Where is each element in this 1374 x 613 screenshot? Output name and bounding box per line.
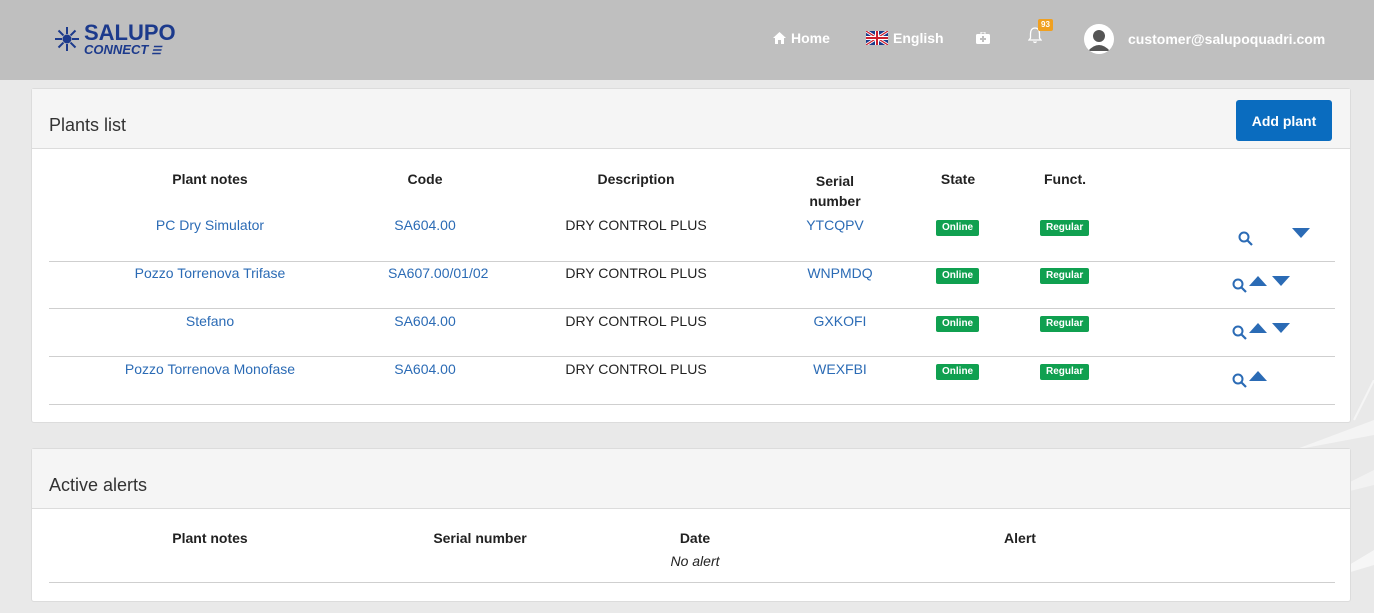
row-2-move-down-icon[interactable] (1272, 276, 1290, 286)
language-selector[interactable]: English (866, 30, 944, 46)
header-funct: Funct. (1044, 171, 1086, 187)
home-label: Home (791, 30, 830, 46)
row-divider (49, 261, 1335, 262)
row-1-funct-badge: Regular (1040, 220, 1090, 236)
row-3-funct-badge: Regular (1040, 316, 1090, 332)
language-label: English (893, 30, 944, 46)
add-plant-button[interactable]: Add plant (1236, 100, 1332, 141)
row-3-description: DRY CONTROL PLUS (565, 313, 707, 329)
row-2-state-badge: Online (936, 268, 980, 284)
row-1-search-icon[interactable] (1238, 231, 1253, 246)
row-1-serial[interactable]: YTCQPV (800, 217, 870, 233)
home-icon (773, 32, 786, 44)
uk-flag-icon (866, 31, 888, 45)
row-3-plant-notes[interactable]: Stefano (120, 313, 300, 329)
sun-logo-icon (55, 27, 79, 51)
avatar (1084, 24, 1114, 54)
plants-title: Plants list (49, 115, 127, 135)
medical-kit-icon (976, 32, 990, 44)
row-3-move-down-icon[interactable] (1272, 323, 1290, 333)
alerts-panel-header: Active alerts (32, 449, 1350, 509)
row-1-description: DRY CONTROL PLUS (565, 217, 707, 233)
row-3-search-icon[interactable] (1232, 325, 1247, 340)
row-3-code[interactable]: SA604.00 (370, 313, 480, 329)
row-1-code[interactable]: SA604.00 (370, 217, 480, 233)
row-3-move-up-icon[interactable] (1249, 323, 1267, 333)
row-4-code[interactable]: SA604.00 (370, 361, 480, 377)
row-1-move-down-icon[interactable] (1292, 228, 1310, 238)
row-1-state-badge: Online (936, 220, 980, 236)
row-4-plant-notes[interactable]: Pozzo Torrenova Monofase (110, 361, 310, 377)
top-navbar: SALUPO CONNECT ☰ Home English 93 custome… (0, 0, 1374, 80)
row-divider (49, 308, 1335, 309)
row-4-state-badge: Online (936, 364, 980, 380)
row-2-code[interactable]: SA607.00/01/02 (370, 265, 500, 281)
row-4-serial[interactable]: WEXFBI (800, 361, 880, 377)
row-2-search-icon[interactable] (1232, 278, 1247, 293)
alerts-header-alert: Alert (1004, 530, 1036, 546)
alerts-header-serial-number: Serial number (433, 530, 527, 546)
alerts-header-date: Date (679, 530, 711, 546)
row-4-move-up-icon[interactable] (1249, 371, 1267, 381)
header-description: Description (597, 171, 675, 187)
row-4-description: DRY CONTROL PLUS (565, 361, 707, 377)
no-alert-text: No alert (670, 553, 720, 569)
row-3-serial[interactable]: GXKOFI (800, 313, 880, 329)
row-divider (49, 582, 1335, 583)
user-email: customer@salupoquadri.com (1128, 31, 1326, 47)
alerts-header-plant-notes: Plant notes (172, 530, 248, 546)
row-2-serial[interactable]: WNPMDQ (800, 265, 880, 281)
header-serial-number: Serial number (809, 173, 861, 209)
row-4-search-icon[interactable] (1232, 373, 1247, 388)
row-3-state-badge: Online (936, 316, 980, 332)
header-state: State (940, 171, 976, 187)
notifications-badge: 93 (1038, 19, 1053, 31)
row-4-funct-badge: Regular (1040, 364, 1090, 380)
wifi-icon: ☰ (148, 45, 162, 57)
row-2-move-up-icon[interactable] (1249, 276, 1267, 286)
notifications-button[interactable]: 93 (1028, 19, 1053, 44)
row-1-plant-notes[interactable]: PC Dry Simulator (120, 217, 300, 233)
header-code: Code (407, 171, 443, 187)
medical-kit-button[interactable] (976, 32, 990, 44)
plants-panel-header: Plants list Add plant (32, 89, 1350, 149)
row-2-plant-notes[interactable]: Pozzo Torrenova Trifase (120, 265, 300, 281)
plants-panel: Plants list Add plant Plant notes Code D… (31, 88, 1351, 423)
row-divider (49, 404, 1335, 405)
header-plant-notes: Plant notes (172, 171, 248, 187)
brand-subname: CONNECT ☰ (84, 42, 162, 57)
salupo-logo[interactable]: SALUPO CONNECT ☰ (54, 22, 194, 58)
alerts-panel: Active alerts Plant notes Serial number … (31, 448, 1351, 602)
brand-name: SALUPO (84, 20, 176, 45)
nav-home-link[interactable]: Home (773, 30, 830, 46)
row-2-funct-badge: Regular (1040, 268, 1090, 284)
user-menu[interactable]: customer@salupoquadri.com (1084, 24, 1325, 54)
alerts-title: Active alerts (49, 475, 148, 495)
user-avatar-icon (1084, 24, 1114, 54)
row-divider (49, 356, 1335, 357)
row-2-description: DRY CONTROL PLUS (565, 265, 707, 281)
